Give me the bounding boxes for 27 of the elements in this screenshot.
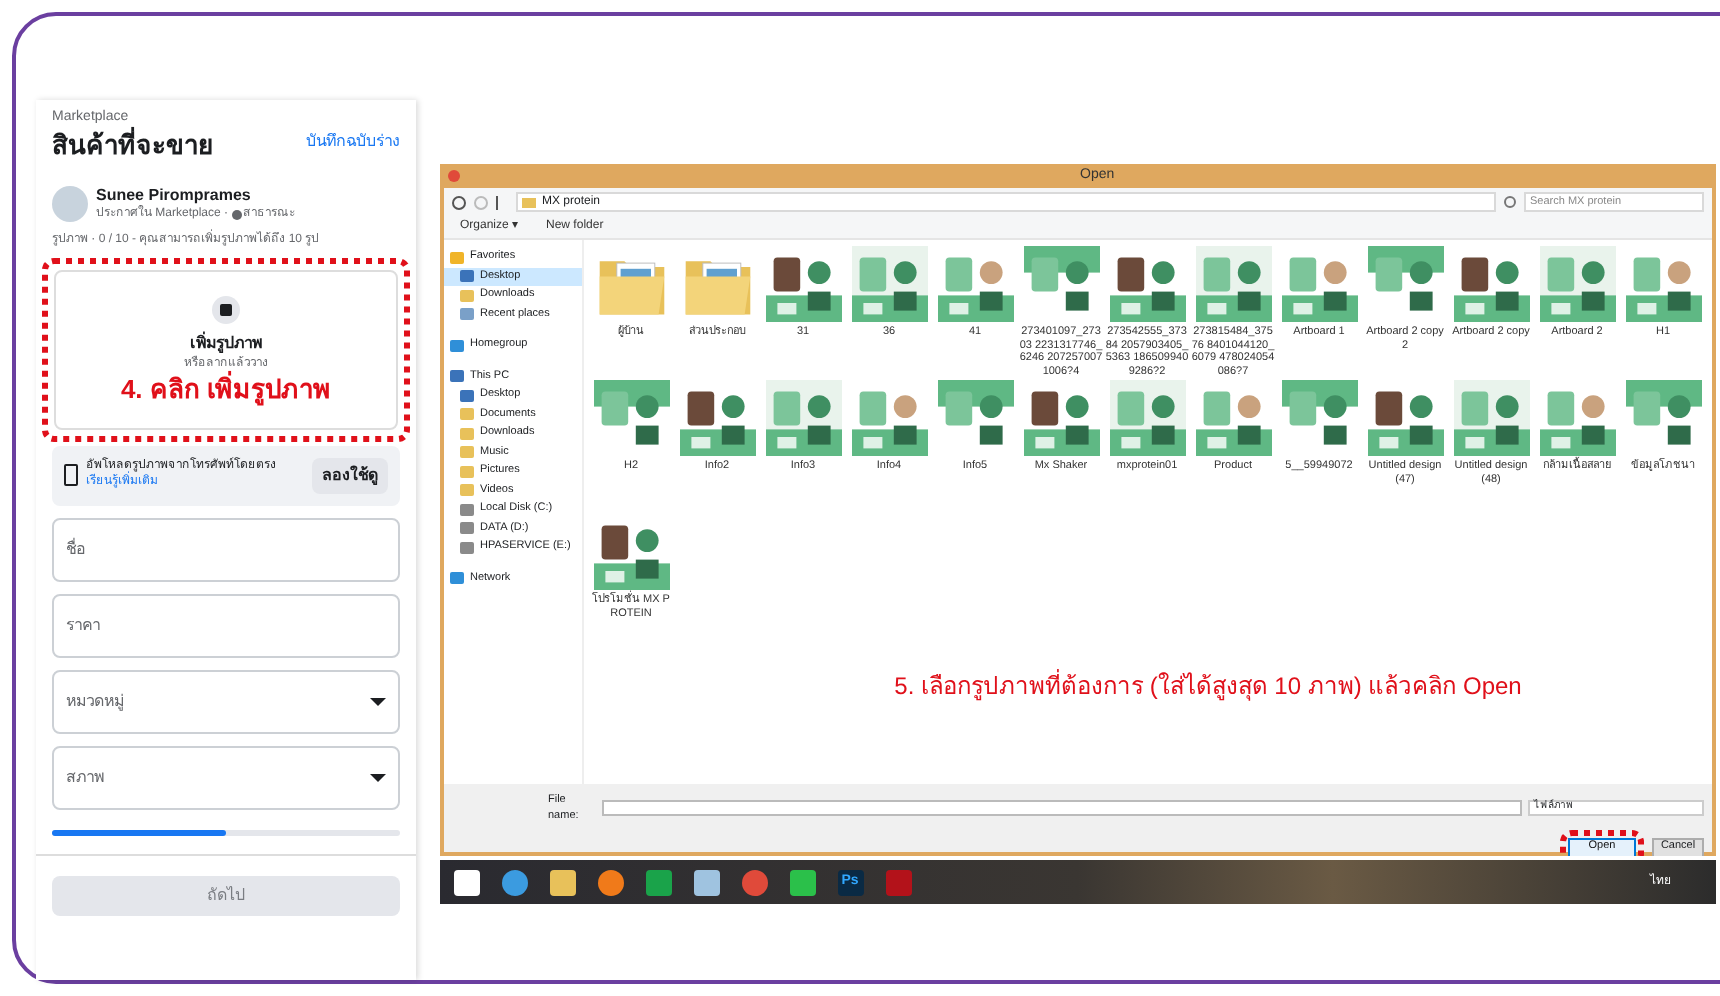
file-name-field[interactable] <box>602 800 1522 817</box>
save-draft-link[interactable]: บันทึกฉบับร่าง <box>306 129 400 154</box>
phone-icon <box>64 464 78 487</box>
dropdown[interactable]: สภาพ <box>52 745 400 810</box>
computer-icon <box>450 339 464 352</box>
dropdown[interactable]: หมวดหมู่ <box>52 669 400 734</box>
page-title: สินค้าที่จะขาย <box>52 129 214 162</box>
add-photo-icon <box>212 295 240 324</box>
globe-icon <box>231 209 242 220</box>
input-field[interactable]: ชื่อ <box>52 517 400 582</box>
computer-icon <box>460 308 474 321</box>
back-icon[interactable] <box>452 195 466 209</box>
caret-icon <box>370 697 386 706</box>
refresh-icon[interactable] <box>1504 196 1516 208</box>
upload-title: เพิ่มรูปภาพ <box>190 331 262 355</box>
folder-icon <box>522 197 536 207</box>
input-field[interactable]: ราคา <box>52 593 400 658</box>
instruction-text: 4. คลิก เพิ่มรูปภาพ <box>120 375 332 402</box>
avatar <box>52 186 88 223</box>
computer-icon <box>450 572 464 585</box>
instruction-text: 5. เลือกรูปภาพที่ต้องการ (ใส่ได้สูงสุด 10 ภาพ) แล้วคลิก Open <box>894 668 1522 704</box>
computer-icon <box>460 270 474 283</box>
seller-name: Sunee Piromprames <box>96 185 253 205</box>
try-button[interactable]: ลองใช้ดู <box>312 457 388 494</box>
folder-icon <box>460 289 474 302</box>
caret-icon <box>370 773 386 782</box>
app-icon <box>448 170 460 182</box>
